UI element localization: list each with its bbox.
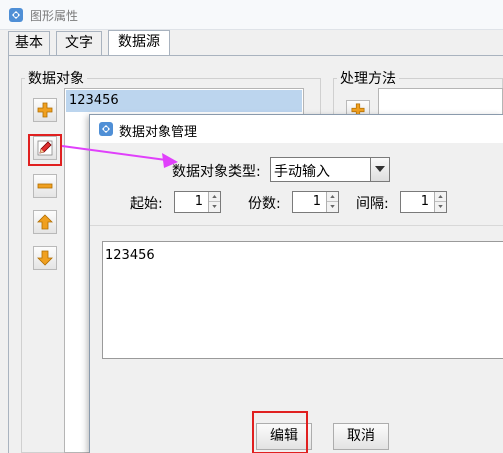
remove-icon — [37, 183, 53, 189]
start-decrement-button[interactable] — [209, 202, 220, 212]
move-down-icon — [37, 250, 53, 266]
start-spinner-buttons — [208, 192, 220, 212]
tab-data-source-label: 数据源 — [118, 34, 160, 50]
dropdown-arrow-icon — [375, 166, 385, 172]
start-label: 起始: — [130, 196, 163, 212]
add-icon — [37, 102, 53, 118]
tab-text-label: 文字 — [65, 35, 93, 51]
interval-value: 1 — [420, 194, 429, 209]
tab-data-source[interactable]: 数据源 — [108, 30, 170, 56]
copies-spinner-buttons — [326, 192, 338, 212]
tab-basic-label: 基本 — [15, 35, 43, 51]
app-icon — [9, 8, 23, 22]
down-arrow-icon — [438, 205, 443, 208]
copies-decrement-button[interactable] — [327, 202, 338, 212]
dialog-divider — [90, 225, 503, 226]
edit-button-highlight — [28, 134, 62, 166]
copies-label: 份数: — [248, 196, 281, 212]
move-down-button[interactable] — [33, 246, 57, 270]
up-arrow-icon — [330, 195, 335, 198]
interval-spinner[interactable]: 1 — [400, 191, 447, 213]
type-label: 数据对象类型: — [172, 164, 261, 180]
up-arrow-icon — [438, 195, 443, 198]
down-arrow-icon — [330, 205, 335, 208]
up-arrow-icon — [212, 195, 217, 198]
interval-spinner-buttons — [434, 192, 446, 212]
copies-increment-button[interactable] — [327, 192, 338, 202]
type-select-value: 手动输入 — [274, 164, 330, 180]
interval-increment-button[interactable] — [435, 192, 446, 202]
data-object-group-label: 数据对象 — [25, 68, 87, 88]
outer-title-bar: 图形属性 — [0, 0, 503, 30]
cancel-label: 取消 — [347, 428, 375, 444]
copies-value: 1 — [312, 194, 321, 209]
type-select-dropdown[interactable] — [370, 158, 389, 181]
dialog-title-bar: 数据对象管理 — [90, 115, 503, 143]
start-spinner[interactable]: 1 — [174, 191, 221, 213]
add-button[interactable] — [33, 98, 57, 122]
app-icon — [99, 122, 113, 136]
cancel-button[interactable]: 取消 — [333, 423, 389, 450]
processing-group-label: 处理方法 — [337, 68, 399, 88]
outer-window-title: 图形属性 — [30, 9, 79, 23]
data-content-text: 123456 — [105, 248, 155, 263]
tab-text[interactable]: 文字 — [56, 31, 102, 55]
move-up-icon — [37, 214, 53, 230]
move-up-button[interactable] — [33, 210, 57, 234]
list-item-label: 123456 — [69, 93, 119, 108]
copies-spinner[interactable]: 1 — [292, 191, 339, 213]
dialog-title: 数据对象管理 — [119, 125, 198, 140]
data-object-dialog: 数据对象管理 数据对象类型: 手动输入 起始: 1 份数: 1 间隔: 1 12… — [89, 114, 503, 453]
remove-button[interactable] — [33, 174, 57, 198]
list-item[interactable]: 123456 — [66, 90, 302, 112]
data-content-textarea[interactable]: 123456 — [102, 241, 503, 359]
down-arrow-icon — [212, 205, 217, 208]
start-value: 1 — [194, 194, 203, 209]
interval-decrement-button[interactable] — [435, 202, 446, 212]
tab-basic[interactable]: 基本 — [8, 31, 50, 55]
interval-label: 间隔: — [356, 196, 389, 212]
type-select[interactable]: 手动输入 — [270, 157, 390, 182]
edit-confirm-highlight — [252, 411, 308, 453]
start-increment-button[interactable] — [209, 192, 220, 202]
